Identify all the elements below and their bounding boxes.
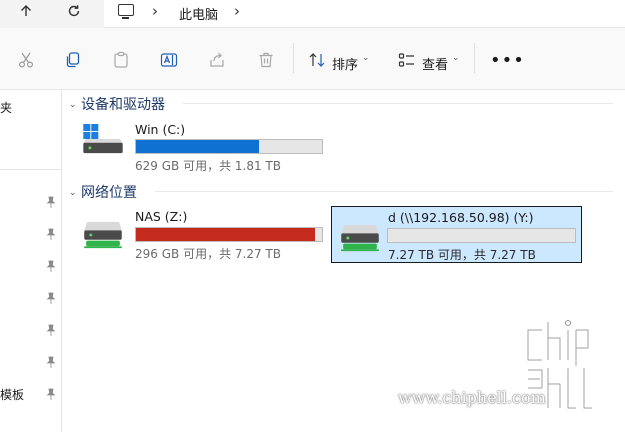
group-header-network[interactable]: ⌄ 网络位置	[69, 182, 137, 202]
chevron-down-icon: ⌄	[452, 53, 460, 63]
view-icon	[398, 53, 414, 67]
pin-icon	[46, 388, 56, 400]
address-bar: › 此电脑 ›	[0, 0, 625, 28]
chevron-down-icon: ⌄	[69, 188, 77, 198]
group-divider	[183, 103, 613, 104]
up-arrow-icon	[21, 5, 31, 16]
usage-bar	[387, 228, 576, 243]
share-icon[interactable]	[208, 51, 226, 69]
chevron-right-icon[interactable]: ›	[234, 2, 240, 20]
usage-fill	[136, 140, 259, 153]
usage-fill	[136, 228, 315, 241]
sort-icon	[309, 53, 325, 67]
sort-button[interactable]: 排序 ⌄	[306, 28, 376, 90]
group-title: 设备和驱动器	[81, 97, 165, 113]
windows-drive-icon	[83, 124, 123, 154]
usage-bar	[135, 139, 323, 154]
nav-item-label[interactable]: 模板	[0, 386, 24, 403]
toolbar-divider	[474, 43, 475, 73]
sort-label: 排序	[332, 58, 359, 73]
group-title: 网络位置	[81, 185, 137, 201]
cut-icon[interactable]	[17, 51, 35, 69]
drive-space-info: 296 GB 可用，共 7.27 TB	[135, 247, 281, 261]
refresh-icon	[68, 5, 80, 17]
drive-tile-c[interactable]: Win (C:) 629 GB 可用，共 1.81 TB	[79, 118, 329, 173]
up-arrow-icon[interactable]	[12, 1, 40, 25]
pin-icon	[46, 228, 56, 240]
drive-tile-z[interactable]: NAS (Z:) 296 GB 可用，共 7.27 TB	[79, 206, 329, 261]
refresh-button[interactable]	[60, 1, 88, 25]
nav-divider	[0, 169, 62, 170]
chevron-right-icon[interactable]: ›	[152, 2, 158, 20]
drive-tile-y-selected[interactable]: d (\\192.168.50.98) (Y:) 7.27 TB 可用，共 7.…	[331, 206, 582, 263]
pin-icon	[46, 292, 56, 304]
group-divider	[155, 191, 613, 192]
drive-space-info: 629 GB 可用，共 1.81 TB	[135, 159, 281, 173]
toolbar-divider	[293, 43, 294, 73]
drive-name: Win (C:)	[135, 122, 186, 137]
delete-icon[interactable]	[257, 51, 275, 69]
paste-icon[interactable]	[112, 51, 130, 69]
pin-icon	[46, 356, 56, 368]
drive-space-info: 7.27 TB 可用，共 7.27 TB	[388, 248, 536, 262]
chevron-down-icon: ⌄	[69, 100, 77, 110]
watermark-url: www.chiphell.com	[398, 388, 546, 407]
copy-icon[interactable]	[64, 51, 82, 69]
pin-icon	[46, 324, 56, 336]
drive-name: NAS (Z:)	[135, 209, 188, 224]
rename-icon[interactable]	[160, 51, 178, 69]
usage-bar	[135, 227, 323, 242]
group-header-devices[interactable]: ⌄ 设备和驱动器	[69, 94, 165, 114]
breadcrumb-this-pc[interactable]: 此电脑	[179, 4, 218, 23]
network-drive-icon	[84, 221, 122, 249]
breadcrumb[interactable]: › 此电脑 ›	[104, 0, 625, 28]
network-drive-icon	[341, 224, 379, 252]
navigation-pane: 夹 模板	[0, 90, 62, 432]
chevron-down-icon: ⌄	[362, 53, 370, 63]
nav-item-label[interactable]: 夹	[0, 99, 12, 116]
pin-icon	[46, 196, 56, 208]
pin-icon	[46, 260, 56, 272]
view-label: 查看	[422, 58, 449, 73]
drive-name: d (\\192.168.50.98) (Y:)	[388, 210, 534, 225]
computer-icon	[118, 4, 134, 19]
command-bar: 排序 ⌄ 查看 ⌄ •••	[0, 28, 625, 90]
view-button[interactable]: 查看 ⌄	[396, 28, 466, 90]
more-options-icon[interactable]: •••	[490, 50, 525, 71]
